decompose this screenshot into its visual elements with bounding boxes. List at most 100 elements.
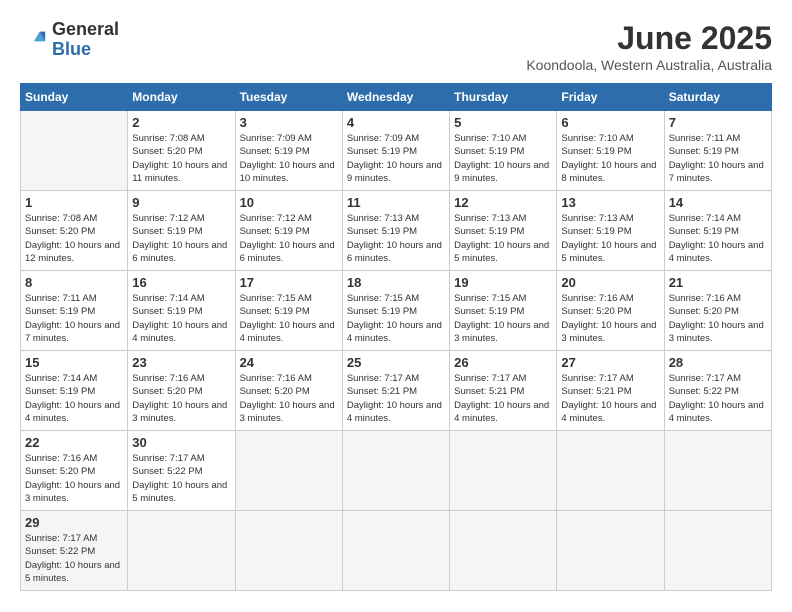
day-number: 1 [25, 195, 123, 210]
calendar-cell: 25Sunrise: 7:17 AMSunset: 5:21 PMDayligh… [342, 351, 449, 431]
day-info: Sunrise: 7:17 AMSunset: 5:22 PMDaylight:… [132, 452, 230, 505]
calendar-cell: 3 Sunrise: 7:09 AMSunset: 5:19 PMDaylight… [235, 111, 342, 191]
day-info: Sunrise: 7:17 AMSunset: 5:21 PMDaylight:… [561, 372, 659, 425]
day-info: Sunrise: 7:13 AMSunset: 5:19 PMDaylight:… [454, 212, 552, 265]
calendar-row: 8 Sunrise: 7:11 AMSunset: 5:19 PMDaylight… [21, 271, 772, 351]
day-number: 3 [240, 115, 338, 130]
month-title: June 2025 [526, 20, 772, 57]
header-saturday: Saturday [664, 84, 771, 111]
day-info: Sunrise: 7:17 AMSunset: 5:21 PMDaylight:… [454, 372, 552, 425]
day-number: 10 [240, 195, 338, 210]
calendar-cell: 8 Sunrise: 7:11 AMSunset: 5:19 PMDaylight… [21, 271, 128, 351]
day-number: 5 [454, 115, 552, 130]
calendar-cell: 4Sunrise: 7:09 AMSunset: 5:19 PMDaylight… [342, 111, 449, 191]
day-info: Sunrise: 7:14 AMSunset: 5:19 PMDaylight:… [25, 372, 123, 425]
day-number: 9 [132, 195, 230, 210]
day-info: Sunrise: 7:08 AMSunset: 5:20 PMDaylight:… [25, 212, 123, 265]
calendar-cell: 14 Sunrise: 7:14 AMSunset: 5:19 PMDayligh… [664, 191, 771, 271]
calendar-header: Sunday Monday Tuesday Wednesday Thursday… [21, 84, 772, 111]
day-info: Sunrise: 7:15 AMSunset: 5:19 PMDaylight:… [454, 292, 552, 345]
logo-blue-text: Blue [52, 39, 91, 59]
calendar-cell: 26 Sunrise: 7:17 AMSunset: 5:21 PMDayligh… [450, 351, 557, 431]
calendar-cell [342, 431, 449, 511]
calendar-cell: 13 Sunrise: 7:13 AMSunset: 5:19 PMDayligh… [557, 191, 664, 271]
calendar-cell [235, 511, 342, 591]
day-number: 18 [347, 275, 445, 290]
calendar-cell: 7 Sunrise: 7:11 AMSunset: 5:19 PMDaylight… [664, 111, 771, 191]
calendar-cell: 15 Sunrise: 7:14 AMSunset: 5:19 PMDayligh… [21, 351, 128, 431]
day-info: Sunrise: 7:16 AMSunset: 5:20 PMDaylight:… [561, 292, 659, 345]
day-info: Sunrise: 7:14 AMSunset: 5:19 PMDaylight:… [132, 292, 230, 345]
calendar-cell: 21Sunrise: 7:16 AMSunset: 5:20 PMDayligh… [664, 271, 771, 351]
calendar-cell: 22Sunrise: 7:16 AMSunset: 5:20 PMDayligh… [21, 431, 128, 511]
calendar-table: Sunday Monday Tuesday Wednesday Thursday… [20, 83, 772, 591]
day-info: Sunrise: 7:14 AMSunset: 5:19 PMDaylight:… [669, 212, 767, 265]
logo-text: General Blue [52, 20, 119, 60]
calendar-row: 1 Sunrise: 7:08 AMSunset: 5:20 PMDaylight… [21, 191, 772, 271]
day-info: Sunrise: 7:17 AMSunset: 5:22 PMDaylight:… [669, 372, 767, 425]
calendar-cell: 30 Sunrise: 7:17 AMSunset: 5:22 PMDayligh… [128, 431, 235, 511]
calendar-cell [664, 431, 771, 511]
calendar-cell: 16 Sunrise: 7:14 AMSunset: 5:19 PMDayligh… [128, 271, 235, 351]
calendar-cell: 29Sunrise: 7:17 AMSunset: 5:22 PMDayligh… [21, 511, 128, 591]
calendar-cell: 6 Sunrise: 7:10 AMSunset: 5:19 PMDaylight… [557, 111, 664, 191]
calendar-cell: 12 Sunrise: 7:13 AMSunset: 5:19 PMDayligh… [450, 191, 557, 271]
day-info: Sunrise: 7:11 AMSunset: 5:19 PMDaylight:… [25, 292, 123, 345]
day-number: 6 [561, 115, 659, 130]
calendar-cell: 23Sunrise: 7:16 AMSunset: 5:20 PMDayligh… [128, 351, 235, 431]
calendar-cell [235, 431, 342, 511]
day-info: Sunrise: 7:17 AMSunset: 5:22 PMDaylight:… [25, 532, 123, 585]
day-number: 13 [561, 195, 659, 210]
calendar-cell [342, 511, 449, 591]
calendar-cell: 11Sunrise: 7:13 AMSunset: 5:19 PMDayligh… [342, 191, 449, 271]
day-info: Sunrise: 7:09 AMSunset: 5:19 PMDaylight:… [240, 132, 338, 185]
calendar-row: 2 Sunrise: 7:08 AMSunset: 5:20 PMDaylight… [21, 111, 772, 191]
calendar-cell: 27 Sunrise: 7:17 AMSunset: 5:21 PMDayligh… [557, 351, 664, 431]
calendar-cell: 28 Sunrise: 7:17 AMSunset: 5:22 PMDayligh… [664, 351, 771, 431]
calendar-body: 2 Sunrise: 7:08 AMSunset: 5:20 PMDaylight… [21, 111, 772, 591]
calendar-cell [450, 431, 557, 511]
day-number: 21 [669, 275, 767, 290]
day-number: 28 [669, 355, 767, 370]
calendar-cell: 9Sunrise: 7:12 AMSunset: 5:19 PMDaylight… [128, 191, 235, 271]
day-number: 15 [25, 355, 123, 370]
day-info: Sunrise: 7:09 AMSunset: 5:19 PMDaylight:… [347, 132, 445, 185]
calendar-row: 29Sunrise: 7:17 AMSunset: 5:22 PMDayligh… [21, 511, 772, 591]
day-number: 26 [454, 355, 552, 370]
day-info: Sunrise: 7:12 AMSunset: 5:19 PMDaylight:… [240, 212, 338, 265]
day-number: 14 [669, 195, 767, 210]
day-info: Sunrise: 7:11 AMSunset: 5:19 PMDaylight:… [669, 132, 767, 185]
day-number: 20 [561, 275, 659, 290]
calendar-cell: 24 Sunrise: 7:16 AMSunset: 5:20 PMDayligh… [235, 351, 342, 431]
day-number: 23 [132, 355, 230, 370]
logo-general-text: General [52, 19, 119, 39]
day-number: 24 [240, 355, 338, 370]
calendar-cell: 20 Sunrise: 7:16 AMSunset: 5:20 PMDayligh… [557, 271, 664, 351]
calendar-cell: 17Sunrise: 7:15 AMSunset: 5:19 PMDayligh… [235, 271, 342, 351]
day-number: 27 [561, 355, 659, 370]
day-number: 17 [240, 275, 338, 290]
day-info: Sunrise: 7:13 AMSunset: 5:19 PMDaylight:… [561, 212, 659, 265]
calendar-cell: 18 Sunrise: 7:15 AMSunset: 5:19 PMDayligh… [342, 271, 449, 351]
day-number: 22 [25, 435, 123, 450]
header-monday: Monday [128, 84, 235, 111]
day-info: Sunrise: 7:16 AMSunset: 5:20 PMDaylight:… [240, 372, 338, 425]
day-number: 2 [132, 115, 230, 130]
day-info: Sunrise: 7:10 AMSunset: 5:19 PMDaylight:… [454, 132, 552, 185]
calendar-cell [128, 511, 235, 591]
day-number: 16 [132, 275, 230, 290]
day-info: Sunrise: 7:10 AMSunset: 5:19 PMDaylight:… [561, 132, 659, 185]
day-number: 8 [25, 275, 123, 290]
calendar-row: 22Sunrise: 7:16 AMSunset: 5:20 PMDayligh… [21, 431, 772, 511]
day-info: Sunrise: 7:08 AMSunset: 5:20 PMDaylight:… [132, 132, 230, 185]
day-number: 30 [132, 435, 230, 450]
calendar-cell [664, 511, 771, 591]
title-block: June 2025 Koondoola, Western Australia, … [526, 20, 772, 73]
general-blue-logo-icon [20, 26, 48, 54]
day-info: Sunrise: 7:15 AMSunset: 5:19 PMDaylight:… [347, 292, 445, 345]
header-sunday: Sunday [21, 84, 128, 111]
calendar-cell: 10 Sunrise: 7:12 AMSunset: 5:19 PMDayligh… [235, 191, 342, 271]
day-number: 7 [669, 115, 767, 130]
day-number: 12 [454, 195, 552, 210]
day-number: 25 [347, 355, 445, 370]
